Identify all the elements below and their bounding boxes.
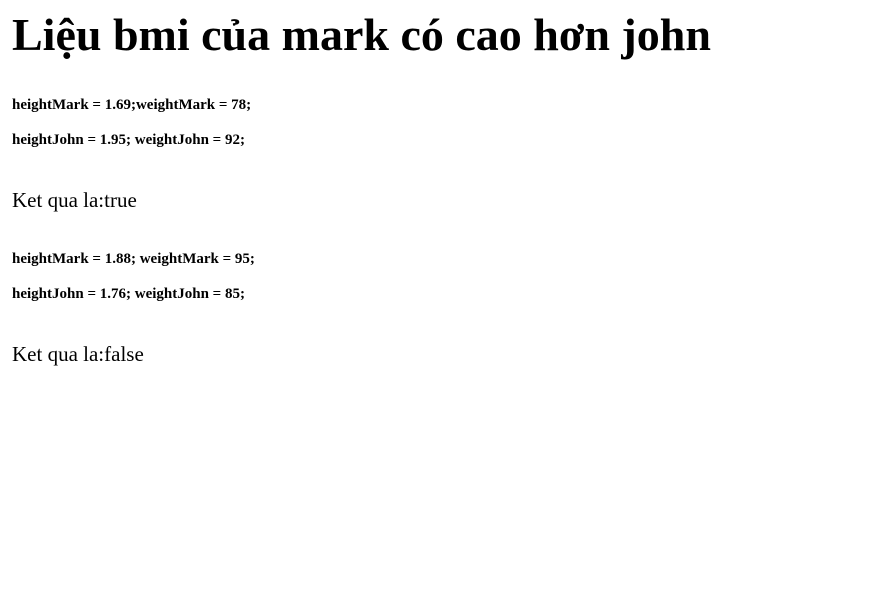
john-values-line: heightJohn = 1.95; weightJohn = 92; (12, 132, 245, 148)
result-line: Ket qua la:false (12, 342, 144, 366)
mark-values-line: heightMark = 1.88; weightMark = 95; (12, 251, 255, 267)
mark-values-line: heightMark = 1.69;weightMark = 78; (12, 97, 252, 113)
john-values-line: heightJohn = 1.76; weightJohn = 85; (12, 286, 245, 302)
result-line: Ket qua la:true (12, 188, 137, 212)
page-title: Liệu bmi của mark có cao hơn john (12, 9, 711, 60)
